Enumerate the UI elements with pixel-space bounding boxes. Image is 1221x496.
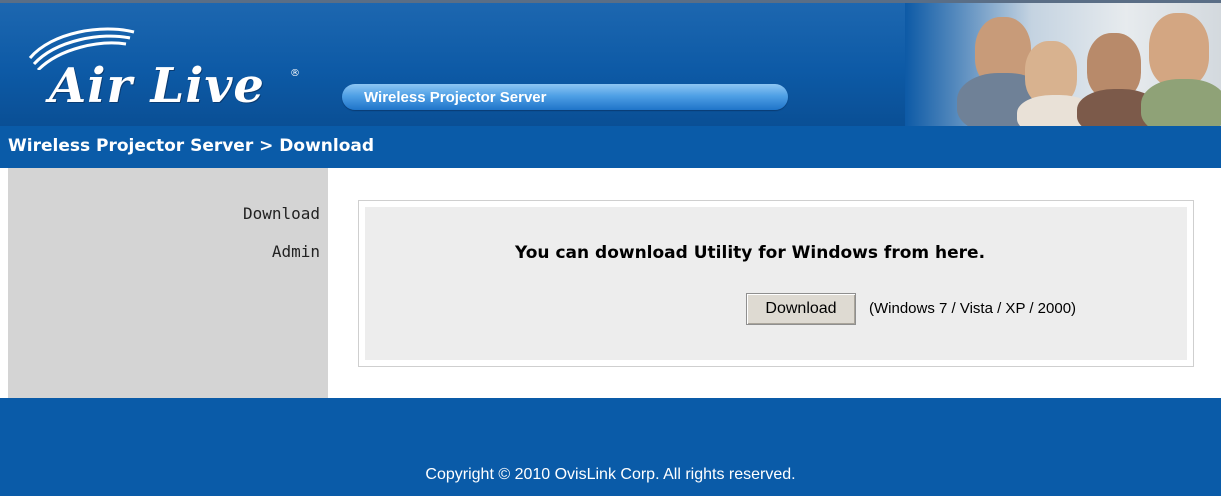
sidebar-item-download[interactable]: Download bbox=[243, 204, 320, 223]
copyright: Copyright © 2010 OvisLink Corp. All righ… bbox=[425, 466, 796, 483]
product-title-pill: Wireless Projector Server bbox=[342, 84, 788, 110]
product-title: Wireless Projector Server bbox=[364, 89, 547, 106]
sidebar: Download Admin bbox=[8, 168, 328, 398]
airlive-logo[interactable]: Air Live ® bbox=[22, 20, 322, 120]
header-people-photo bbox=[905, 3, 1221, 126]
footer: Copyright © 2010 OvisLink Corp. All righ… bbox=[0, 398, 1221, 496]
download-message: You can download Utility for Windows fro… bbox=[515, 243, 986, 263]
download-panel-inner: You can download Utility for Windows fro… bbox=[365, 207, 1187, 360]
person-silhouette bbox=[1141, 79, 1221, 126]
logo-text: Air Live bbox=[49, 58, 265, 114]
download-panel: You can download Utility for Windows fro… bbox=[358, 200, 1194, 367]
breadcrumb-bar: Wireless Projector Server > Download bbox=[0, 126, 1221, 168]
header: Air Live ® Wireless Projector Server bbox=[0, 0, 1221, 126]
sidebar-item-admin[interactable]: Admin bbox=[272, 242, 320, 261]
download-button[interactable]: Download bbox=[746, 293, 856, 325]
breadcrumb: Wireless Projector Server > Download bbox=[8, 136, 375, 156]
registered-mark: ® bbox=[290, 68, 300, 79]
person-silhouette bbox=[1149, 13, 1209, 87]
supported-os-note: (Windows 7 / Vista / XP / 2000) bbox=[869, 300, 1077, 317]
